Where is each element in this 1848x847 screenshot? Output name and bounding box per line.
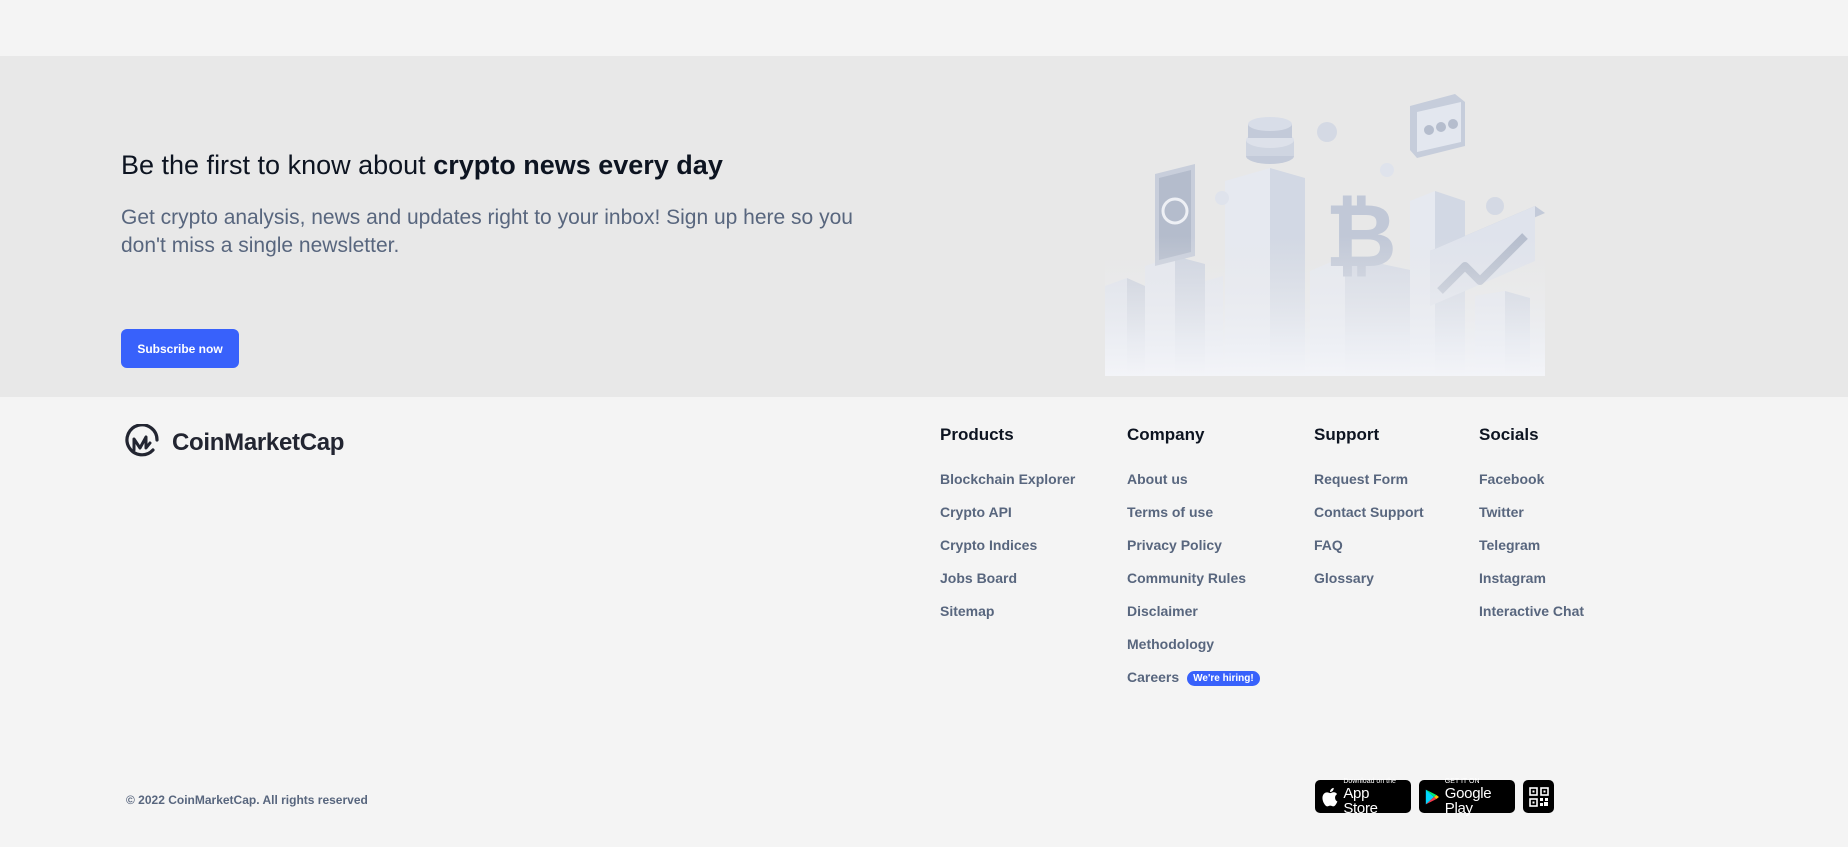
apple-icon (1322, 787, 1338, 806)
footer-link-instagram[interactable]: Instagram (1479, 570, 1546, 586)
footer-link-crypto-indices[interactable]: Crypto Indices (940, 537, 1037, 553)
banner-description: Get crypto analysis, news and updates ri… (121, 206, 853, 257)
google-play-big-text: Google Play (1444, 784, 1492, 817)
footer-link-item: Methodology (1127, 636, 1260, 669)
app-store-badge[interactable]: Download on the App Store (1315, 777, 1411, 817)
google-play-icon (1425, 789, 1439, 804)
footer-link-interactive-chat[interactable]: Interactive Chat (1479, 603, 1584, 619)
site-footer: CoinMarketCap Products Blockchain Explor… (0, 397, 1848, 847)
footer-link-item: About us (1127, 471, 1260, 504)
footer-link-item: Sitemap (940, 603, 1075, 636)
google-play-badge[interactable]: GET IT ON Google Play (1419, 777, 1515, 817)
footer-column-support: Support Request Form Contact Support FAQ… (1314, 425, 1424, 603)
footer-link-item: Privacy Policy (1127, 537, 1260, 570)
newsletter-banner: Be the first to know about crypto news e… (0, 56, 1848, 397)
footer-link-item: Disclaimer (1127, 603, 1260, 636)
footer-link-item: Crypto API (940, 504, 1075, 537)
footer-link-crypto-api[interactable]: Crypto API (940, 504, 1012, 520)
qr-code-icon (1528, 786, 1549, 807)
footer-column-products: Products Blockchain Explorer Crypto API … (940, 425, 1075, 636)
footer-column-company: Company About us Terms of use Privacy Po… (1127, 425, 1260, 702)
footer-link-item: Contact Support (1314, 504, 1424, 537)
column-heading: Support (1314, 425, 1380, 444)
footer-link-privacy-policy[interactable]: Privacy Policy (1127, 537, 1222, 553)
footer-link-item: Facebook (1479, 471, 1584, 504)
footer-link-about-us[interactable]: About us (1127, 471, 1188, 487)
footer-link-careers[interactable]: Careers (1127, 669, 1179, 685)
column-heading: Company (1127, 425, 1205, 444)
coinmarketcap-logo-icon (125, 424, 159, 457)
logo-text: CoinMarketCap (172, 429, 345, 456)
banner-title-bold: crypto news every day (433, 150, 723, 180)
footer-link-item: Glossary (1314, 570, 1424, 603)
app-store-big-text: App Store (1343, 784, 1378, 817)
footer-link-community-rules[interactable]: Community Rules (1127, 570, 1246, 586)
google-play-small-text: GET IT ON (1444, 777, 1480, 785)
footer-link-item: Request Form (1314, 471, 1424, 504)
footer-link-sitemap[interactable]: Sitemap (940, 603, 994, 619)
hiring-badge[interactable]: We're hiring! (1187, 671, 1260, 686)
footer-link-item: Interactive Chat (1479, 603, 1584, 636)
footer-logo[interactable]: CoinMarketCap (124, 424, 344, 462)
column-heading: Products (940, 425, 1014, 444)
footer-link-item: Blockchain Explorer (940, 471, 1075, 504)
footer-link-item: Terms of use (1127, 504, 1260, 537)
crypto-city-illustration: ₿ (1105, 94, 1545, 376)
footer-link-item: Telegram (1479, 537, 1584, 570)
footer-link-glossary[interactable]: Glossary (1314, 570, 1374, 586)
footer-link-faq[interactable]: FAQ (1314, 537, 1343, 553)
footer-link-item: Crypto Indices (940, 537, 1075, 570)
app-store-small-text: Download on the (1343, 777, 1396, 785)
column-heading: Socials (1479, 425, 1539, 444)
footer-link-terms-of-use[interactable]: Terms of use (1127, 504, 1213, 520)
footer-link-telegram[interactable]: Telegram (1479, 537, 1540, 553)
top-strip (0, 0, 1848, 56)
footer-link-jobs-board[interactable]: Jobs Board (940, 570, 1017, 586)
qr-code-badge[interactable] (1523, 780, 1554, 813)
footer-link-item: Instagram (1479, 570, 1584, 603)
footer-link-item: Careers We're hiring! (1127, 669, 1260, 702)
footer-link-item: Jobs Board (940, 570, 1075, 603)
footer-link-facebook[interactable]: Facebook (1479, 471, 1544, 487)
copyright-text: © 2022 CoinMarketCap. All rights reserve… (126, 793, 368, 807)
banner-title-prefix: Be the first to know about (121, 150, 434, 180)
footer-link-disclaimer[interactable]: Disclaimer (1127, 603, 1198, 619)
footer-link-item: FAQ (1314, 537, 1424, 570)
footer-column-socials: Socials Facebook Twitter Telegram Instag… (1479, 425, 1584, 636)
footer-link-methodology[interactable]: Methodology (1127, 636, 1214, 652)
footer-link-item: Twitter (1479, 504, 1584, 537)
footer-link-twitter[interactable]: Twitter (1479, 504, 1524, 520)
footer-link-blockchain-explorer[interactable]: Blockchain Explorer (940, 471, 1075, 487)
footer-link-contact-support[interactable]: Contact Support (1314, 504, 1424, 520)
banner-title: Be the first to know about crypto news e… (121, 150, 723, 181)
subscribe-button[interactable]: Subscribe now (121, 329, 239, 368)
footer-link-item: Community Rules (1127, 570, 1260, 603)
footer-link-request-form[interactable]: Request Form (1314, 471, 1408, 487)
